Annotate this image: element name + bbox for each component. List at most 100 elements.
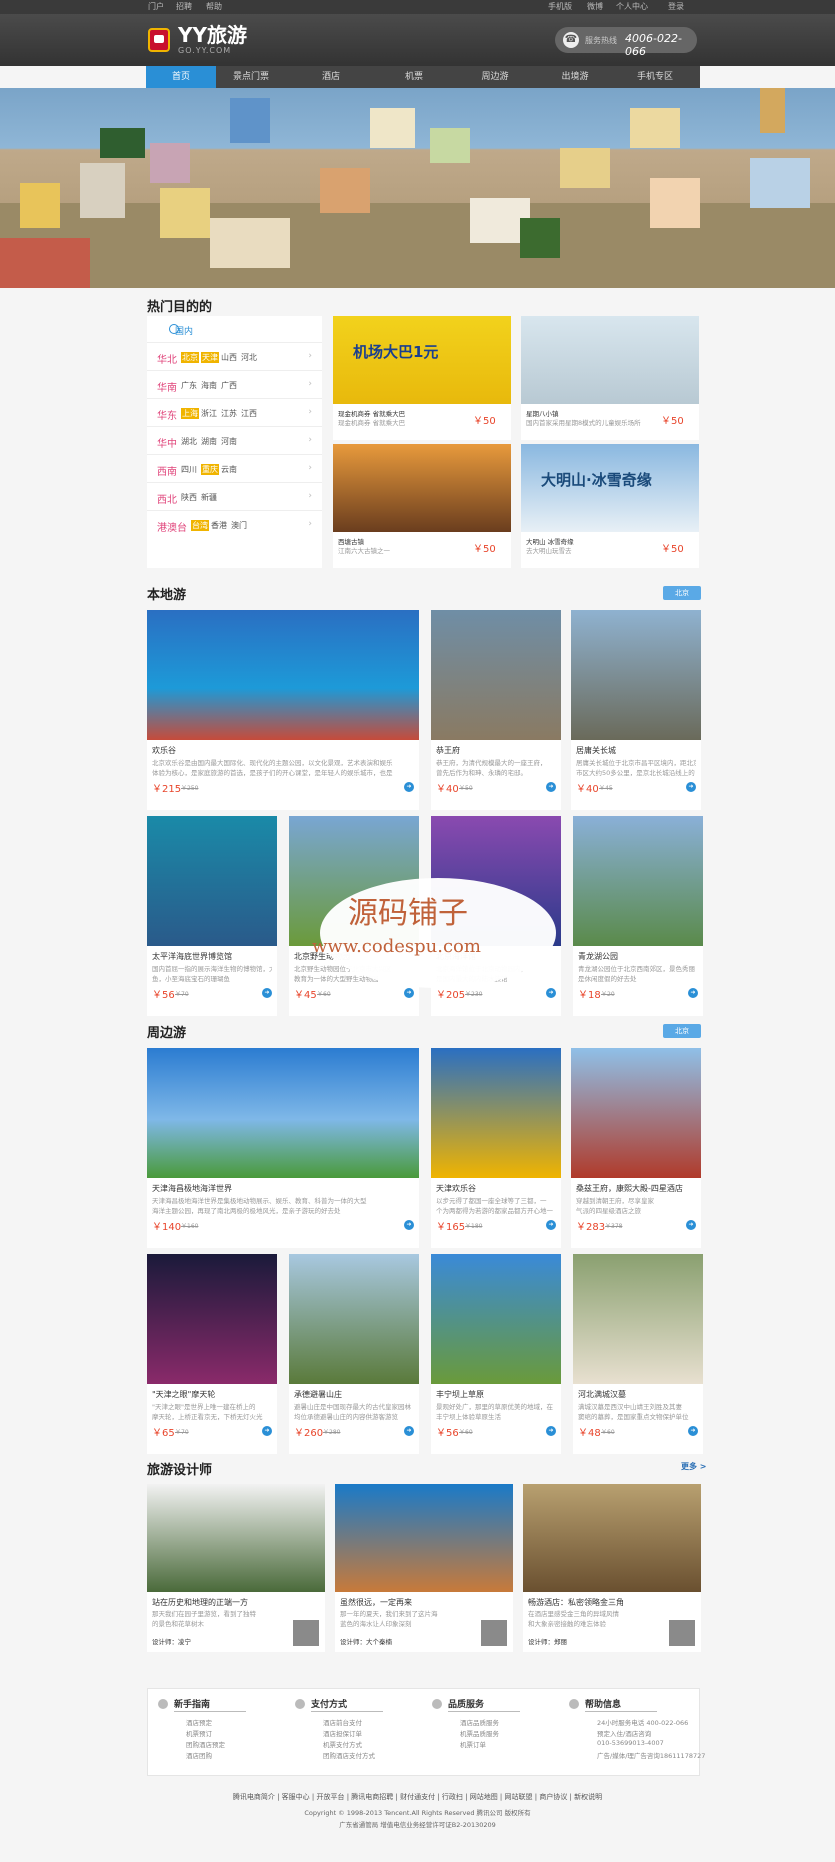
topbar-link-jobs[interactable]: 招聘 [176, 2, 192, 12]
topbar-link-account[interactable]: 个人中心 [616, 2, 648, 12]
topbar-link-mobile[interactable]: 手机版 [548, 2, 572, 12]
region-city-link[interactable]: 陕西 [181, 492, 197, 503]
region-city-link[interactable]: 山西 [221, 352, 237, 363]
promo-image[interactable] [521, 316, 699, 404]
region-city-link[interactable]: 台湾 [191, 520, 209, 531]
designer-card[interactable]: 站在历史和地理的正端一方 那天我们在园子里游览，看到了独特 的景色和花草树木 设计师：… [147, 1484, 325, 1652]
nearby-card-image[interactable] [431, 1048, 561, 1178]
local-card[interactable]: 太平洋海底世界博览馆国内首屈一指的展示海洋生物的博物馆，大到鲨鱼，小至海底宝石的… [147, 816, 277, 1016]
local-card-image[interactable] [147, 610, 419, 740]
footer-col-link[interactable]: 机票预订 [186, 1728, 212, 1738]
designer-card[interactable]: 畅游酒店：私密领略金三角 在酒店里感受金三角的异域风情 和大象亲密接触的难忘体验 设计… [523, 1484, 701, 1652]
hero-banner[interactable] [0, 88, 835, 288]
promo-image[interactable]: 大明山·冰雪奇缘 [521, 444, 699, 532]
nav-flights[interactable]: 机票 [379, 66, 449, 88]
footer-col-link[interactable]: 酒店前台支付 [323, 1717, 362, 1727]
nearby-city-tag[interactable]: 北京 [663, 1024, 701, 1038]
region-name[interactable]: 西北 [157, 491, 177, 506]
nearby-card[interactable]: "天津之眼"摩天轮 "天津之眼"是世界上唯一建在桥上的 摩天轮，上桥正看京无，下桥无… [147, 1254, 277, 1454]
go-arrow-icon[interactable]: ➜ [546, 782, 556, 792]
go-arrow-icon[interactable]: ➜ [262, 988, 272, 998]
nav-tickets[interactable]: 景点门票 [216, 66, 286, 88]
nearby-card[interactable]: 桑兹王府，康熙大殿-四星酒店 穿越到清朝王府，尽享皇家 气派的四星级酒店之旅 ￥283… [571, 1048, 701, 1248]
region-city-link[interactable]: 江西 [241, 408, 257, 419]
designer-image[interactable] [523, 1484, 701, 1592]
go-arrow-icon[interactable]: ➜ [688, 1426, 698, 1436]
region-city-link[interactable]: 海南 [201, 380, 217, 391]
region-row[interactable]: 西北 陕西 新疆 › [147, 482, 322, 510]
footer-col-link[interactable]: 酒店预定 [186, 1717, 212, 1727]
footer-col-link[interactable]: 预定入住/酒店咨询 [597, 1728, 651, 1738]
designer-image[interactable] [335, 1484, 513, 1592]
region-name[interactable]: 西南 [157, 463, 177, 478]
region-city-link[interactable]: 香港 [211, 520, 227, 531]
promo-card[interactable]: 西塘古镇 江南六大古镇之一 ￥50 [333, 444, 511, 568]
nearby-card[interactable]: 天津海昌极地海洋世界 天津海昌极地海洋世界是集极地动物展示、娱乐、教育、科普为一体… [147, 1048, 419, 1248]
go-arrow-icon[interactable]: ➜ [404, 1426, 414, 1436]
nearby-card[interactable]: 天津欢乐谷 以步元得了都国一座全球等了三都，一 个为两都得为若游的都家品都方开心地一… [431, 1048, 561, 1248]
region-name[interactable]: 华南 [157, 379, 177, 394]
region-name[interactable]: 华东 [157, 407, 177, 422]
local-card-image[interactable] [573, 816, 703, 946]
nearby-card[interactable]: 承德避暑山庄 避暑山庄是中国现存最大的古代皇家园林 均位承德避暑山庄的内容供游客游览… [289, 1254, 419, 1454]
footer-col-link[interactable]: 酒店品质服务 [460, 1717, 499, 1727]
local-card[interactable]: 恭王府 恭王府，为清代规模最大的一座王府， 曾先后作为和珅、永璘的宅邸。 ￥40 ￥50… [431, 610, 561, 810]
topbar-link-weibo[interactable]: 微博 [587, 2, 603, 12]
footer-col-link[interactable]: 010-53699013-4007 [597, 1739, 664, 1747]
promo-image[interactable] [333, 444, 511, 532]
region-name[interactable]: 港澳台 [157, 519, 187, 534]
nav-hotels[interactable]: 酒店 [296, 66, 366, 88]
region-row[interactable]: 华中 湖北 湖南 河南 › [147, 426, 322, 454]
local-city-tag[interactable]: 北京 [663, 586, 701, 600]
region-city-link[interactable]: 北京 [181, 352, 199, 363]
region-city-link[interactable]: 广东 [181, 380, 197, 391]
nav-abroad[interactable]: 出境游 [540, 66, 610, 88]
go-arrow-icon[interactable]: ➜ [546, 1426, 556, 1436]
footer-col-link[interactable]: 24小时服务电话 400-022-066 [597, 1717, 688, 1727]
go-arrow-icon[interactable]: ➜ [686, 1220, 696, 1230]
local-card[interactable]: 青龙湖公园 青龙湖公园位于北京西南郊区，景色秀丽 是休闲度假的好去处 ￥18 ￥20 ➜ [573, 816, 703, 1016]
nearby-card-image[interactable] [571, 1048, 701, 1178]
nearby-card-image[interactable] [573, 1254, 703, 1384]
footer-col-link[interactable]: 酒店团购 [186, 1750, 212, 1760]
local-card-image[interactable] [571, 610, 701, 740]
region-city-link[interactable]: 浙江 [201, 408, 217, 419]
avatar[interactable] [481, 1620, 507, 1646]
go-arrow-icon[interactable]: ➜ [546, 988, 556, 998]
region-row[interactable]: 港澳台 台湾 香港 澳门 › [147, 510, 322, 538]
region-city-link[interactable]: 湖南 [201, 436, 217, 447]
go-arrow-icon[interactable]: ➜ [546, 1220, 556, 1230]
region-city-link[interactable]: 重庆 [201, 464, 219, 475]
promo-card[interactable]: 大明山·冰雪奇缘 大明山 冰雪奇缘 去大明山玩雪去 ￥50 [521, 444, 699, 568]
designer-card[interactable]: 虽然很远，一定再来 那一年的夏天，我们来到了这片海 蓝色的海水让人印象深刻 设计师：大… [335, 1484, 513, 1652]
designer-more-link[interactable]: 更多 > [681, 1461, 707, 1472]
footer-col-link[interactable]: 机票品质服务 [460, 1728, 499, 1738]
nearby-card-image[interactable] [431, 1254, 561, 1384]
footer-col-link[interactable]: 机票支付方式 [323, 1739, 362, 1749]
region-city-link[interactable]: 江苏 [221, 408, 237, 419]
nearby-card-image[interactable] [147, 1048, 419, 1178]
nav-home[interactable]: 首页 [146, 66, 216, 88]
local-card-image[interactable] [431, 610, 561, 740]
region-city-link[interactable]: 上海 [181, 408, 199, 419]
footer-col-link[interactable]: 酒店担保订单 [323, 1728, 362, 1738]
region-city-link[interactable]: 天津 [201, 352, 219, 363]
go-arrow-icon[interactable]: ➜ [262, 1426, 272, 1436]
region-city-link[interactable]: 广西 [221, 380, 237, 391]
footer-col-link[interactable]: 机票订单 [460, 1739, 486, 1749]
go-arrow-icon[interactable]: ➜ [688, 988, 698, 998]
region-city-link[interactable]: 云南 [221, 464, 237, 475]
local-card[interactable]: 居庸关长城 居庸关长城位于北京市昌平区境内，距北京 市区大约50多公里，是京北长城沿… [571, 610, 701, 810]
go-arrow-icon[interactable]: ➜ [686, 782, 696, 792]
site-logo[interactable]: YY旅游 [178, 24, 247, 46]
local-card-image[interactable] [147, 816, 277, 946]
footer-col-link[interactable]: 团购酒店预定 [186, 1739, 225, 1749]
region-row[interactable]: 华南 广东 海南 广西 › [147, 370, 322, 398]
region-name[interactable]: 华北 [157, 351, 177, 366]
designer-image[interactable] [147, 1484, 325, 1592]
region-row[interactable]: 华北 北京 天津 山西 河北 › [147, 342, 322, 370]
region-row[interactable]: 西南 四川 重庆 云南 › [147, 454, 322, 482]
nearby-card-image[interactable] [147, 1254, 277, 1384]
promo-card[interactable]: 星期八小镇 国内首家采用星期8模式的儿童娱乐场所 ￥50 [521, 316, 699, 440]
go-arrow-icon[interactable]: ➜ [404, 782, 414, 792]
